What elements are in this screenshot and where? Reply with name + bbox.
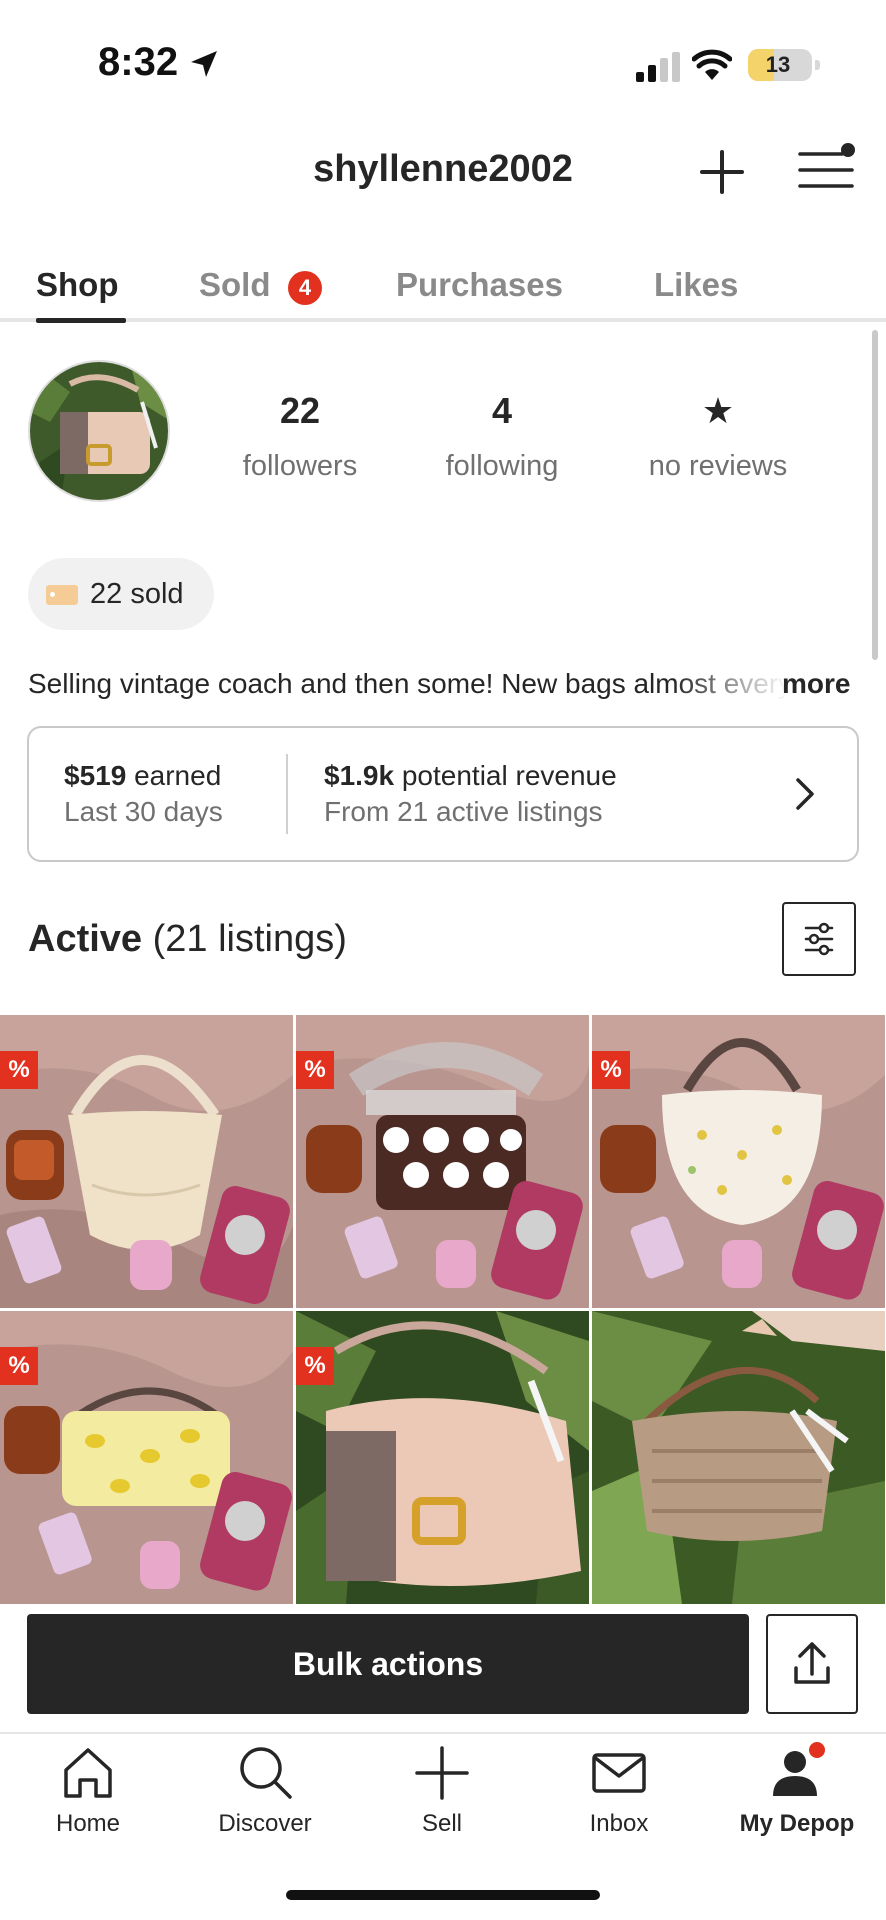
nav-sell[interactable]: Sell xyxy=(367,1742,517,1838)
nav-my-depop-label: My Depop xyxy=(739,1810,855,1837)
listing-tile[interactable]: % xyxy=(0,1015,293,1308)
sliders-icon xyxy=(804,922,834,956)
status-time: 8:32 xyxy=(98,40,179,84)
earned-summary: $519 earned xyxy=(64,760,221,792)
followers-label[interactable]: followers xyxy=(230,450,370,483)
tab-sold[interactable]: Sold xyxy=(199,266,271,304)
nav-inbox-label: Inbox xyxy=(589,1810,649,1837)
active-tab-indicator xyxy=(36,318,126,323)
tab-shop[interactable]: Shop xyxy=(36,266,118,304)
filter-button[interactable] xyxy=(782,902,856,976)
nav-home-label: Home xyxy=(55,1810,121,1837)
tab-likes[interactable]: Likes xyxy=(654,266,738,304)
listing-tile[interactable]: % xyxy=(296,1311,589,1604)
battery-level: 13 xyxy=(765,52,791,77)
earned-period: Last 30 days xyxy=(64,796,223,827)
active-listings-heading: Active (21 listings) xyxy=(28,918,347,961)
signal-icon xyxy=(636,52,680,82)
mail-icon xyxy=(592,1753,646,1793)
discount-badge: % xyxy=(296,1051,334,1089)
profile-bio: Selling vintage coach and then some! New… xyxy=(28,668,788,699)
chevron-right-icon[interactable] xyxy=(790,776,820,812)
active-title: Active xyxy=(28,918,143,960)
profile-icon xyxy=(773,1742,825,1796)
sold-pill[interactable]: 22 sold xyxy=(28,558,214,630)
earnings-divider xyxy=(286,754,288,834)
discount-badge: % xyxy=(0,1051,38,1089)
potential-word: potential revenue xyxy=(401,760,617,791)
reviews-label[interactable]: no reviews xyxy=(628,450,808,483)
discount-badge: % xyxy=(592,1051,630,1089)
plus-icon xyxy=(415,1746,469,1800)
nav-divider xyxy=(0,1732,886,1734)
scrollbar[interactable] xyxy=(872,330,878,660)
active-count: (21 listings) xyxy=(152,918,347,960)
sold-pill-label: 22 sold xyxy=(90,578,184,610)
nav-inbox[interactable]: Inbox xyxy=(544,1742,694,1838)
listing-tile[interactable]: % xyxy=(0,1311,293,1604)
battery-icon: 13 xyxy=(748,49,820,81)
share-button[interactable] xyxy=(766,1614,858,1714)
profile-username: shyllenne2002 xyxy=(313,148,573,190)
share-icon xyxy=(794,1642,830,1684)
earned-amount: $519 xyxy=(64,760,127,791)
menu-icon[interactable] xyxy=(796,140,856,200)
bulk-actions-button[interactable]: Bulk actions xyxy=(27,1614,749,1714)
sold-count-badge: 4 xyxy=(288,271,322,305)
discount-badge: % xyxy=(296,1347,334,1385)
home-indicator xyxy=(286,1890,600,1900)
search-icon xyxy=(240,1747,292,1799)
potential-source: From 21 active listings xyxy=(324,796,603,827)
potential-amount: $1.9k xyxy=(324,760,395,791)
tab-divider xyxy=(0,318,886,322)
earnings-card[interactable] xyxy=(27,726,859,862)
following-label[interactable]: following xyxy=(432,450,572,483)
listing-tile[interactable]: % xyxy=(296,1015,589,1308)
listing-tile[interactable]: % xyxy=(592,1015,885,1308)
followers-count[interactable]: 22 xyxy=(230,390,370,432)
potential-summary: $1.9k potential revenue xyxy=(324,760,617,792)
discount-badge: % xyxy=(0,1347,38,1385)
following-count[interactable]: 4 xyxy=(432,390,572,432)
tab-purchases[interactable]: Purchases xyxy=(396,266,563,304)
price-tag-icon xyxy=(46,585,78,605)
plus-icon[interactable] xyxy=(698,148,746,196)
location-arrow-icon xyxy=(191,51,217,77)
nav-discover-label: Discover xyxy=(218,1810,312,1837)
nav-home[interactable]: Home xyxy=(13,1742,163,1838)
listing-tile[interactable] xyxy=(592,1311,885,1604)
notification-dot xyxy=(809,1742,825,1758)
wifi-icon xyxy=(692,49,732,80)
avatar[interactable] xyxy=(28,360,170,502)
star-icon[interactable]: ★ xyxy=(628,390,808,432)
earned-word: earned xyxy=(134,760,222,791)
bio-more-link[interactable]: more xyxy=(782,668,850,700)
home-icon xyxy=(64,1748,112,1798)
nav-sell-label: Sell xyxy=(421,1810,463,1837)
nav-discover[interactable]: Discover xyxy=(190,1742,340,1838)
nav-my-depop[interactable]: My Depop xyxy=(722,1742,872,1838)
